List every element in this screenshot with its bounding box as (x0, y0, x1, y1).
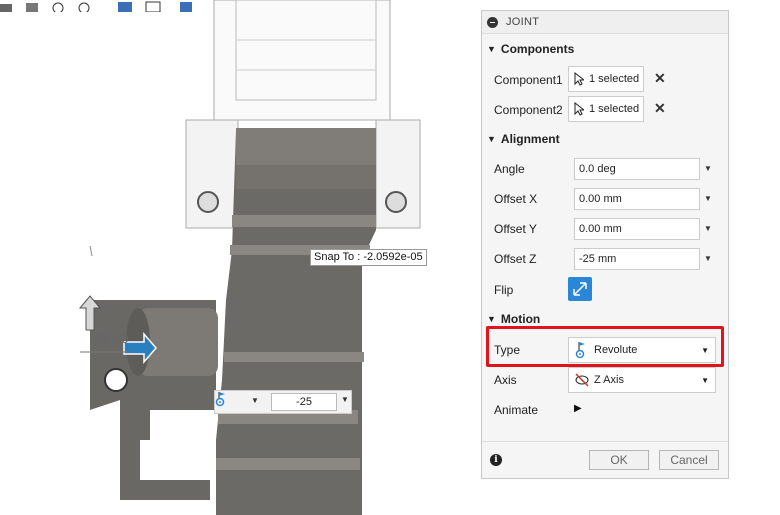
section-label: Alignment (500, 132, 560, 146)
component1-row: Component1 1 selected ✕ (482, 65, 728, 95)
chevron-down-icon[interactable]: ▼ (704, 224, 712, 233)
angle-row: Angle 0.0 deg ▼ (482, 154, 728, 184)
cursor-arrow-icon (574, 102, 584, 116)
section-label: Motion (500, 312, 541, 326)
expand-triangle-icon: ▼ (487, 44, 496, 54)
component1-value: 1 selected (589, 73, 640, 85)
offset-z-row: Offset Z -25 mm ▼ (482, 244, 728, 274)
offset-y-row: Offset Y 0.00 mm ▼ (482, 214, 728, 244)
cancel-button[interactable]: Cancel (659, 450, 719, 470)
offset-z-label: Offset Z (494, 252, 537, 266)
angle-input[interactable]: 0.0 deg (574, 158, 700, 180)
expand-triangle-icon: ▼ (487, 134, 496, 144)
animate-label: Animate (494, 403, 539, 417)
axis-dropdown[interactable]: Z Axis ▼ (568, 367, 716, 393)
offset-x-row: Offset X 0.00 mm ▼ (482, 184, 728, 214)
dialog-title: JOINT (506, 16, 540, 28)
axis-label: Axis (494, 373, 517, 387)
component1-label: Component1 (494, 73, 563, 87)
flip-label: Flip (494, 283, 514, 297)
info-icon[interactable]: i (490, 454, 502, 466)
expand-triangle-icon: ▼ (487, 314, 496, 324)
collapse-icon[interactable] (487, 16, 498, 28)
axis-row: Axis Z Axis ▼ (482, 365, 728, 395)
chevron-down-icon[interactable]: ▼ (704, 254, 712, 263)
joint-dialog: JOINT ▼ Components Component1 1 selected… (481, 10, 729, 479)
clear-component2-icon[interactable]: ✕ (654, 101, 666, 115)
flip-arrows-icon (573, 282, 587, 296)
canvas-viewport[interactable]: Snap To : -2.0592e-05 25.00 ▼ -25 ▼ (0, 0, 480, 515)
dialog-footer: i OK Cancel (482, 441, 728, 478)
section-label: Components (500, 42, 575, 56)
axis-value: Z Axis (594, 374, 624, 386)
clear-component1-icon[interactable]: ✕ (654, 71, 666, 85)
offset-z-input[interactable]: -25 mm (574, 248, 700, 270)
section-components[interactable]: ▼ Components (482, 38, 574, 60)
cursor-arrow-icon (574, 72, 584, 86)
offset-x-label: Offset X (494, 192, 538, 206)
z-axis-icon (575, 373, 589, 387)
flip-button[interactable] (568, 277, 592, 301)
play-icon[interactable]: ▶ (574, 403, 582, 414)
chevron-down-icon: ▼ (701, 376, 709, 385)
offset-mini-input[interactable]: ▼ -25 ▼ (214, 390, 352, 414)
navigation-toolbar[interactable] (0, 0, 210, 12)
chevron-down-icon[interactable]: ▼ (341, 395, 349, 404)
component2-value: 1 selected (589, 103, 640, 115)
offset-y-label: Offset Y (494, 222, 537, 236)
ok-button[interactable]: OK (589, 450, 649, 470)
angle-label: Angle (494, 162, 525, 176)
offset-y-input[interactable]: 0.00 mm (574, 218, 700, 240)
chevron-down-icon[interactable]: ▼ (704, 164, 712, 173)
type-highlight-box (486, 326, 724, 367)
component2-select-button[interactable]: 1 selected (568, 96, 644, 122)
chevron-down-icon[interactable]: ▼ (251, 396, 259, 405)
flip-row: Flip (482, 275, 728, 305)
component1-select-button[interactable]: 1 selected (568, 66, 644, 92)
offset-x-input[interactable]: 0.00 mm (574, 188, 700, 210)
dialog-header[interactable]: JOINT (482, 11, 728, 34)
component2-label: Component2 (494, 103, 563, 117)
offset-value-field[interactable]: -25 (271, 393, 337, 411)
component2-row: Component2 1 selected ✕ (482, 95, 728, 125)
section-alignment[interactable]: ▼ Alignment (482, 128, 560, 150)
revolute-joint-icon[interactable] (215, 391, 227, 407)
snap-tooltip: Snap To : -2.0592e-05 (310, 249, 427, 266)
chevron-down-icon[interactable]: ▼ (704, 194, 712, 203)
dimension-label: 25.00 (96, 331, 129, 346)
animate-row: Animate ▶ (482, 395, 728, 425)
